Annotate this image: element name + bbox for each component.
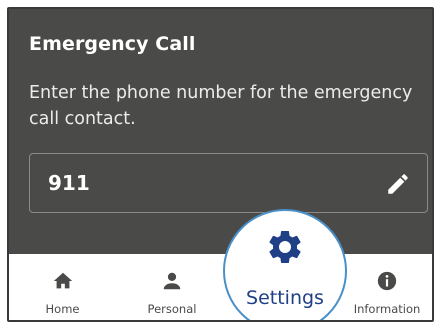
edit-icon[interactable] bbox=[385, 171, 411, 197]
person-icon bbox=[163, 272, 181, 290]
nav-item-home[interactable]: Home bbox=[9, 254, 116, 320]
phone-number-value: 911 bbox=[48, 171, 90, 195]
emergency-call-panel: Emergency Call Enter the phone number fo… bbox=[9, 9, 432, 254]
nav-label-information: Information bbox=[353, 302, 421, 316]
gear-icon bbox=[269, 230, 301, 263]
phone-number-field[interactable]: 911 bbox=[29, 153, 428, 213]
nav-label-settings: Settings bbox=[246, 287, 324, 309]
home-icon bbox=[53, 272, 72, 289]
panel-description: Enter the phone number for the emergency… bbox=[29, 83, 413, 129]
info-icon bbox=[377, 271, 397, 291]
device-frame: Emergency Call Enter the phone number fo… bbox=[7, 7, 434, 322]
nav-label-personal: Personal bbox=[147, 302, 197, 316]
nav-item-settings[interactable]: Settings bbox=[223, 209, 347, 320]
nav-item-personal[interactable]: Personal bbox=[116, 254, 228, 320]
bottom-nav: Home Personal Information bbox=[9, 254, 432, 320]
nav-label-home: Home bbox=[45, 302, 80, 316]
nav-item-information[interactable]: Information bbox=[342, 254, 432, 320]
panel-title: Emergency Call bbox=[29, 33, 196, 55]
